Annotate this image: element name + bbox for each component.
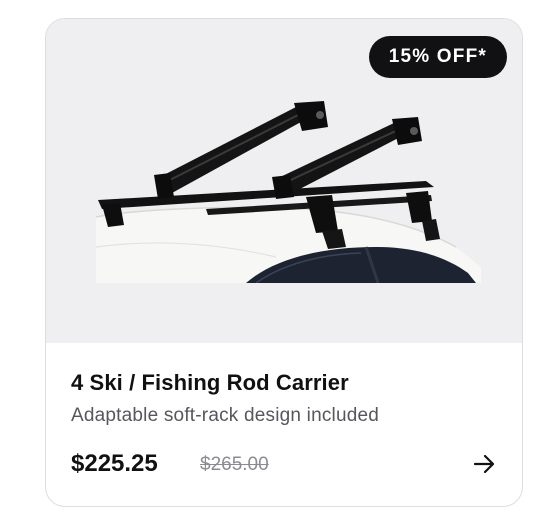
product-media[interactable]: 15% OFF*	[46, 19, 522, 343]
discount-badge: 15% OFF*	[368, 36, 507, 78]
product-title[interactable]: 4 Ski / Fishing Rod Carrier	[71, 370, 349, 396]
original-price: $265.00	[200, 454, 269, 475]
product-subtitle: Adaptable soft-rack design included	[71, 405, 380, 426]
sale-price: $225.25	[71, 450, 158, 477]
arrow-right-icon[interactable]	[471, 451, 497, 477]
product-card[interactable]: 15% OFF* 4 Ski / Fishing Rod Carrier Ada…	[45, 18, 523, 507]
product-image	[96, 101, 481, 283]
